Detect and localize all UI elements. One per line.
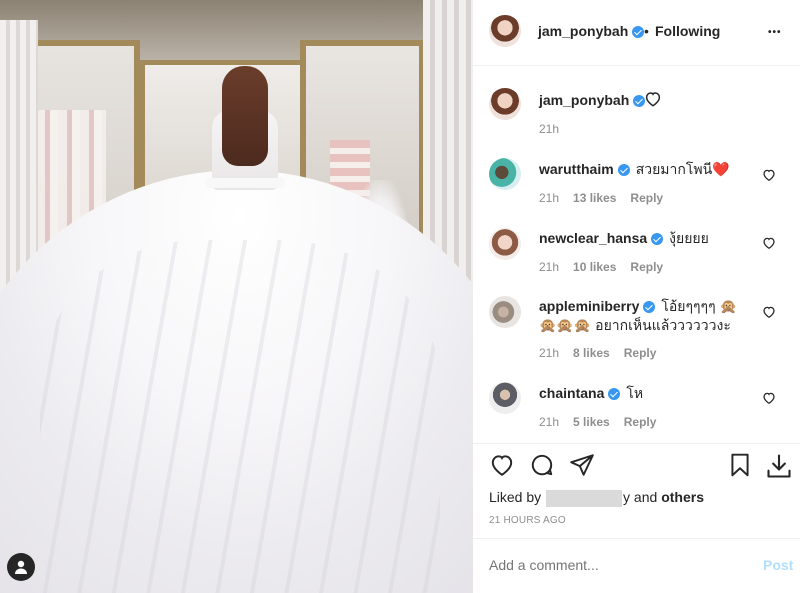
comment-line: newclear_hansa งุ้ยยยย	[539, 229, 709, 247]
comment-line: chaintana โห	[539, 384, 643, 402]
commenter-avatar[interactable]	[489, 382, 521, 414]
post-photo[interactable]	[0, 0, 473, 593]
liked-by-prefix: Liked by	[489, 489, 542, 505]
author-username[interactable]: jam_ponybah	[538, 23, 628, 39]
comment-likes[interactable]: 13 likes	[573, 191, 616, 205]
comment-meta: 21h 5 likes Reply	[539, 415, 670, 429]
heart-icon[interactable]	[644, 90, 662, 108]
reply-button[interactable]: Reply	[624, 415, 657, 429]
caption-username-wrap[interactable]: jam_ponybah	[539, 92, 646, 108]
redacted-username	[546, 489, 623, 507]
more-options-icon[interactable]: •••	[768, 27, 782, 38]
user-icon	[15, 560, 27, 574]
comment-line-continued: 🙊🙊🙊 อยากเห็นแล้ววววววงะ	[539, 316, 731, 334]
bride-hair	[222, 66, 268, 166]
commenter-avatar[interactable]	[489, 158, 521, 190]
comment-username[interactable]: newclear_hansa	[539, 230, 647, 246]
verified-icon	[617, 164, 630, 177]
verified-icon	[608, 388, 621, 401]
comment-line: warutthaim สวยมากโพนี❤️	[539, 160, 730, 178]
comment-username[interactable]: warutthaim	[539, 161, 614, 177]
add-comment-input[interactable]	[489, 557, 729, 573]
reply-button[interactable]: Reply	[630, 191, 663, 205]
comment-time[interactable]: 21h	[539, 346, 559, 360]
tagged-people-button[interactable]	[7, 553, 35, 581]
comment-likes[interactable]: 5 likes	[573, 415, 610, 429]
post-header: jam_ponybah • Following •••	[473, 0, 800, 66]
gown-folds	[40, 240, 440, 593]
comment-text: โอ้ยๆๆๆๆ 🙊	[661, 298, 737, 314]
author-avatar[interactable]	[489, 15, 521, 47]
gown-sash	[205, 178, 285, 188]
post-timestamp[interactable]: 21 HOURS AGO	[489, 515, 566, 526]
caption-username[interactable]: jam_ponybah	[539, 92, 629, 108]
verified-icon	[632, 26, 645, 39]
share-icon[interactable]	[569, 452, 595, 478]
heart-icon[interactable]	[762, 305, 776, 319]
reply-button[interactable]: Reply	[624, 346, 657, 360]
download-icon[interactable]	[765, 452, 793, 480]
comment-likes[interactable]: 10 likes	[573, 260, 616, 274]
liked-by-others[interactable]: others	[661, 489, 704, 505]
action-bar	[473, 452, 800, 486]
author-username-wrap[interactable]: jam_ponybah	[538, 23, 645, 39]
liked-by: Liked by y and others	[489, 489, 704, 507]
like-icon[interactable]	[489, 452, 515, 478]
comment-username[interactable]: appleminiberry	[539, 298, 639, 314]
verified-icon	[643, 301, 656, 314]
commenter-avatar[interactable]	[489, 228, 521, 260]
reply-button[interactable]: Reply	[630, 260, 663, 274]
commenter-avatar[interactable]	[489, 296, 521, 328]
comment-likes[interactable]: 8 likes	[573, 346, 610, 360]
comment-meta: 21h 13 likes Reply	[539, 191, 677, 205]
divider	[473, 538, 800, 539]
divider	[473, 443, 800, 444]
save-icon[interactable]	[727, 452, 753, 478]
caption-time[interactable]: 21h	[539, 122, 559, 136]
comment-meta: 21h 8 likes Reply	[539, 346, 670, 360]
post-side-panel: jam_ponybah • Following ••• jam_ponybah …	[473, 0, 800, 593]
comment-line: appleminiberry โอ้ยๆๆๆๆ 🙊	[539, 297, 737, 315]
comment-text: โห	[626, 385, 644, 401]
comment-text: งุ้ยยยย	[669, 230, 709, 246]
heart-icon[interactable]	[762, 236, 776, 250]
comment-time[interactable]: 21h	[539, 415, 559, 429]
heart-icon[interactable]	[762, 391, 776, 405]
comment-text: สวยมากโพนี❤️	[635, 161, 730, 177]
caption-avatar[interactable]	[489, 88, 521, 120]
comment-time[interactable]: 21h	[539, 260, 559, 274]
liked-by-suffix: y and	[623, 489, 658, 505]
post-button[interactable]: Post	[763, 557, 793, 573]
comment-meta: 21h 10 likes Reply	[539, 260, 677, 274]
comment-username[interactable]: chaintana	[539, 385, 604, 401]
heart-icon[interactable]	[762, 168, 776, 182]
comment-text-continued: 🙊🙊🙊 อยากเห็นแล้ววววววงะ	[539, 317, 731, 333]
verified-icon	[651, 233, 664, 246]
separator-dot: •	[644, 23, 649, 39]
comment-icon[interactable]	[529, 452, 555, 478]
comment-time[interactable]: 21h	[539, 191, 559, 205]
following-button[interactable]: Following	[655, 23, 720, 39]
